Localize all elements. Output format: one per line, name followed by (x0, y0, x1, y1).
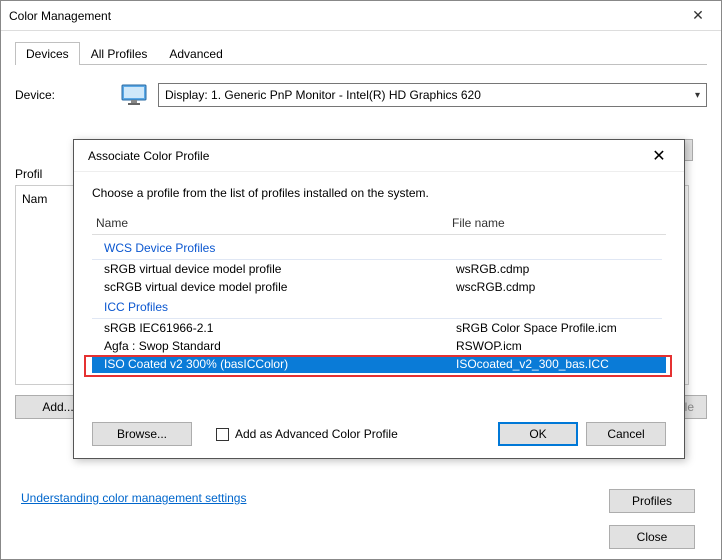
checkbox-label: Add as Advanced Color Profile (235, 427, 398, 441)
associate-color-profile-dialog: Associate Color Profile ✕ Choose a profi… (73, 139, 685, 459)
list-item-name: sRGB IEC61966-2.1 (104, 321, 456, 335)
list-item-name: scRGB virtual device model profile (104, 280, 456, 294)
tab-devices[interactable]: Devices (15, 42, 80, 65)
dialog-footer: Browse... Add as Advanced Color Profile … (92, 422, 666, 446)
ok-button[interactable]: OK (498, 422, 578, 446)
tab-bar: Devices All Profiles Advanced (15, 41, 707, 65)
list-header-row: Name File name (92, 214, 666, 232)
list-item-name: Agfa : Swop Standard (104, 339, 456, 353)
profile-list[interactable]: WCS Device Profiles sRGB virtual device … (92, 237, 666, 377)
window-title: Color Management (9, 9, 111, 23)
monitor-icon (120, 84, 148, 106)
list-item-file: RSWOP.icm (456, 339, 666, 353)
device-label: Device: (15, 88, 110, 102)
titlebar: Color Management ✕ (1, 1, 721, 31)
advanced-profile-checkbox[interactable]: Add as Advanced Color Profile (216, 427, 398, 441)
list-item-name: ISO Coated v2 300% (basICColor) (104, 357, 456, 371)
column-name[interactable]: Name (92, 216, 452, 230)
color-management-window: Color Management ✕ Devices All Profiles … (0, 0, 722, 560)
group-wcs[interactable]: WCS Device Profiles (92, 237, 662, 260)
list-item[interactable]: sRGB virtual device model profile wsRGB.… (92, 260, 666, 278)
list-item-file: wscRGB.cdmp (456, 280, 666, 294)
list-item[interactable]: sRGB IEC61966-2.1 sRGB Color Space Profi… (92, 319, 666, 337)
checkbox-icon (216, 428, 229, 441)
list-item-name: sRGB virtual device model profile (104, 262, 456, 276)
list-item-file: wsRGB.cdmp (456, 262, 666, 276)
list-item[interactable]: Agfa : Swop Standard RSWOP.icm (92, 337, 666, 355)
dialog-close-button[interactable]: ✕ (644, 146, 674, 166)
divider (92, 234, 666, 235)
column-file[interactable]: File name (452, 216, 666, 230)
tab-all-profiles[interactable]: All Profiles (80, 42, 159, 65)
window-body: Devices All Profiles Advanced Device: Di… (1, 31, 721, 559)
group-icc[interactable]: ICC Profiles (92, 296, 662, 319)
device-dropdown-value: Display: 1. Generic PnP Monitor - Intel(… (165, 88, 481, 102)
list-item-selected[interactable]: ISO Coated v2 300% (basICColor) ISOcoate… (92, 355, 666, 373)
close-button[interactable]: Close (609, 525, 695, 549)
device-row: Device: Display: 1. Generic PnP Monitor … (15, 83, 707, 107)
tab-advanced[interactable]: Advanced (158, 42, 233, 65)
dialog-body: Choose a profile from the list of profil… (74, 172, 684, 458)
cancel-button[interactable]: Cancel (586, 422, 666, 446)
device-dropdown[interactable]: Display: 1. Generic PnP Monitor - Intel(… (158, 83, 707, 107)
understanding-link[interactable]: Understanding color management settings (21, 491, 246, 505)
browse-button[interactable]: Browse... (92, 422, 192, 446)
list-item-file: ISOcoated_v2_300_bas.ICC (456, 357, 666, 371)
profiles-button[interactable]: Profiles (609, 489, 695, 513)
list-item-file: sRGB Color Space Profile.icm (456, 321, 666, 335)
dialog-instruction: Choose a profile from the list of profil… (92, 186, 666, 200)
dialog-titlebar: Associate Color Profile ✕ (74, 140, 684, 172)
window-close-button[interactable]: ✕ (675, 1, 721, 31)
dialog-title: Associate Color Profile (88, 149, 209, 163)
list-item[interactable]: scRGB virtual device model profile wscRG… (92, 278, 666, 296)
chevron-down-icon: ▾ (695, 90, 700, 101)
